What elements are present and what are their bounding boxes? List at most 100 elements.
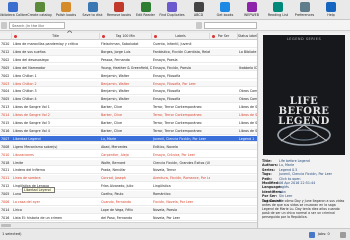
cell-id[interactable]: 7012 bbox=[0, 49, 12, 55]
cell-label[interactable]: Erótico, Novela bbox=[152, 144, 210, 150]
cell-title[interactable]: Lindero del Infierno bbox=[12, 167, 100, 173]
cell-porser[interactable] bbox=[210, 207, 238, 213]
cell-tag[interactable]: Carpentier, Alejo bbox=[100, 152, 152, 158]
column-header-id[interactable] bbox=[0, 33, 12, 40]
cell-title[interactable]: Lista El: historia de un crimen bbox=[12, 215, 100, 221]
cell-tag[interactable]: Young, Heather & Greenfield, Dean & Torr… bbox=[100, 65, 152, 71]
toolbar-button-remove[interactable]: Remove books bbox=[107, 1, 131, 20]
cell-title[interactable]: Libros de Sangre Vol 4 bbox=[12, 128, 100, 134]
cell-title[interactable]: Línea de sombra bbox=[12, 175, 100, 181]
cell-title[interactable]: Liberdad Legend bbox=[12, 136, 100, 142]
table-row[interactable]: 7007 Liberdad Legend Lu, Marie Juvenil, Cie… bbox=[0, 135, 257, 143]
cell-title[interactable]: Libros de Sangre Vol 1 bbox=[12, 104, 100, 110]
cell-status[interactable]: La Bibliote bbox=[238, 49, 257, 55]
table-row[interactable]: 7018 Límite Wolfe, Bernard Ciencia Ficción,… bbox=[0, 159, 257, 167]
cell-label[interactable]: Lingüística bbox=[152, 183, 210, 189]
saved-search-input[interactable] bbox=[204, 22, 257, 29]
table-row[interactable]: 7014 Lírico Lope de Vega, Félix Novela, Poe… bbox=[0, 206, 257, 214]
cell-title[interactable]: Ligero Mecanismo sobre(s) bbox=[12, 144, 100, 150]
cell-title[interactable]: Lírico bbox=[12, 207, 100, 213]
table-row[interactable]: 7014 Libros de Sangre Vol 2 Barker, Clive T… bbox=[0, 112, 257, 119]
cell-status[interactable] bbox=[238, 207, 257, 213]
table-row[interactable]: 7002 Libro del desasosiego Pessoa, Fernand… bbox=[0, 57, 257, 64]
cell-porser[interactable] bbox=[210, 65, 238, 71]
cell-title[interactable]: Libro Chillon 1 bbox=[12, 73, 100, 79]
cell-status[interactable] bbox=[238, 57, 257, 63]
cell-id[interactable]: 7005 bbox=[0, 191, 12, 197]
table-row[interactable]: 7012 Libro de sus sueños Borges, Jorge Lui… bbox=[0, 48, 257, 56]
cell-status[interactable] bbox=[238, 144, 257, 150]
cell-label[interactable]: Ficción, Novela, Por Leer bbox=[152, 199, 210, 205]
cell-tag[interactable]: Barker, Clive bbox=[100, 112, 152, 118]
cell-label[interactable]: Novela, Por Leer bbox=[152, 215, 210, 221]
toolbar-button-polish[interactable]: Polish books bbox=[54, 1, 78, 20]
cell-label[interactable]: Ensayo, Filosofía bbox=[152, 88, 210, 94]
cell-label[interactable]: Terror, Terror Contemporáneo bbox=[152, 120, 210, 126]
cell-status[interactable]: Libros de S. bbox=[238, 120, 257, 126]
toolbar-button-duplicates[interactable]: Find Duplicates bbox=[159, 1, 185, 20]
cell-id[interactable]: 7014 bbox=[0, 207, 12, 213]
table-row[interactable]: 7016 Libros de Sangre Vol 4 Barker, Clive T… bbox=[0, 127, 257, 135]
cell-status[interactable] bbox=[238, 183, 257, 189]
cell-porser[interactable] bbox=[210, 120, 238, 126]
cell-status[interactable]: Obras Comple bbox=[238, 96, 257, 102]
cell-id[interactable]: 7007 bbox=[0, 136, 12, 142]
cell-tag[interactable]: Coelho, Paulo bbox=[100, 191, 152, 197]
cell-porser[interactable] bbox=[210, 41, 238, 47]
cell-tag[interactable]: Fleischman, Sabaludat bbox=[100, 41, 152, 47]
cell-porser[interactable] bbox=[210, 144, 238, 150]
cell-porser[interactable] bbox=[210, 128, 238, 134]
cell-status[interactable]: Legend 1 bbox=[238, 136, 257, 142]
cell-tag[interactable]: Barker, Clive bbox=[100, 104, 152, 110]
table-row[interactable]: 7002 Libro Chillon 1 Benjamin, Walter Ensay… bbox=[0, 73, 257, 80]
table-row[interactable]: 7004 Libro Chillon 3 Benjamin, Walter Ensay… bbox=[0, 88, 257, 96]
cell-title[interactable]: Libro de sus sueños bbox=[12, 49, 100, 55]
cell-status[interactable] bbox=[238, 160, 257, 166]
book-cover-image[interactable]: LEGEND SERIES LIFE BEFORE LEGEND bbox=[263, 35, 345, 155]
cell-porser[interactable] bbox=[210, 136, 238, 142]
cell-id[interactable]: 7015 bbox=[0, 120, 12, 126]
cell-label[interactable]: Ciencia Ficción, Grandes Éxitos (Ultrama… bbox=[152, 160, 210, 166]
table-row[interactable]: 7005 Libro Chillon 4 Benjamin, Walter Ensay… bbox=[0, 96, 257, 103]
cell-tag[interactable]: Abad, Mercedes bbox=[100, 144, 152, 150]
cell-title[interactable]: La casa del ayer bbox=[12, 199, 100, 205]
cell-id[interactable]: 7008 bbox=[0, 144, 12, 150]
toolbar-button-catalog[interactable]: Create catalog bbox=[27, 1, 52, 20]
cell-tag[interactable]: Barker, Clive bbox=[100, 128, 152, 134]
cell-label[interactable]: Ensayo, Filosofía, Por Leer bbox=[152, 81, 210, 87]
cell-id[interactable]: 7016 bbox=[0, 215, 12, 221]
search-icon[interactable] bbox=[67, 22, 73, 37]
toolbar-button-web[interactable]: WEPWEB bbox=[240, 1, 264, 20]
cell-id[interactable]: 7004 bbox=[0, 88, 12, 94]
cell-status[interactable] bbox=[238, 152, 257, 158]
cell-id[interactable]: 7006 bbox=[0, 199, 12, 205]
cell-label[interactable]: Ensayo, Filosofía bbox=[152, 73, 210, 79]
cell-tag[interactable]: Wolfe, Bernard bbox=[100, 160, 152, 166]
cell-tag[interactable]: Conrad, Joseph bbox=[100, 175, 152, 181]
cell-title[interactable]: Libro Chillon 3 bbox=[12, 88, 100, 94]
cell-porser[interactable] bbox=[210, 57, 238, 63]
cell-label[interactable]: Fantástico, Ficción Cuentista, Relato bbox=[152, 49, 210, 55]
cell-id[interactable]: 7013 bbox=[0, 104, 12, 110]
cell-tag[interactable]: Borges, Jorge Luis bbox=[100, 49, 152, 55]
column-header-title[interactable]: Title bbox=[12, 33, 100, 40]
table-row[interactable]: 7011 Línea de sombra Conrad, Joseph Aventur… bbox=[0, 175, 257, 182]
cell-label[interactable]: Novela, Terror bbox=[152, 167, 210, 173]
toolbar-button-save[interactable]: Save to disk bbox=[81, 1, 105, 20]
cell-title[interactable]: Libro del Nameador bbox=[12, 65, 100, 71]
cell-tag[interactable]: Frías Alvarado, Julio bbox=[100, 183, 152, 189]
cell-porser[interactable] bbox=[210, 96, 238, 102]
cell-label[interactable]: Juvenil, Ciencia Ficción, Por Leer bbox=[152, 136, 210, 142]
cell-id[interactable]: 7003 bbox=[0, 81, 12, 87]
table-row[interactable]: 7016 Lista El: historia de un crimen del P… bbox=[0, 215, 257, 222]
table-row[interactable]: 7008 Ligero Mecanismo sobre(s) Abad, Merce… bbox=[0, 143, 257, 151]
toolbar-button-reader[interactable]: Edit Reader bbox=[134, 1, 158, 20]
cell-title[interactable]: Libro de maravillas pandemiay y crítica bbox=[12, 41, 100, 47]
column-header-tag[interactable]: Tag 100 Min bbox=[100, 33, 152, 40]
cell-porser[interactable] bbox=[210, 112, 238, 118]
cell-label[interactable]: Ensayo, Ficción, Poesía bbox=[152, 65, 210, 71]
cell-id[interactable]: 7005 bbox=[0, 65, 12, 71]
cell-id[interactable]: 7014 bbox=[0, 112, 12, 118]
toolbar-button-library[interactable]: Biblioteca Calibre bbox=[0, 1, 27, 20]
cell-porser[interactable] bbox=[210, 175, 238, 181]
